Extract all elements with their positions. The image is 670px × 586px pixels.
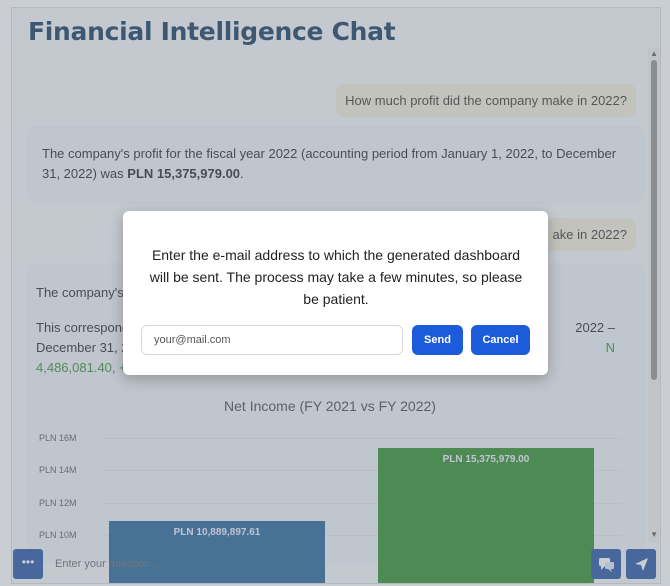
dialog-message: Enter the e-mail address to which the ge… (149, 247, 523, 307)
send-button[interactable]: Send (412, 325, 463, 355)
cancel-button[interactable]: Cancel (471, 325, 530, 355)
email-dialog: Enter the e-mail address to which the ge… (123, 211, 548, 375)
email-field[interactable] (141, 325, 403, 355)
